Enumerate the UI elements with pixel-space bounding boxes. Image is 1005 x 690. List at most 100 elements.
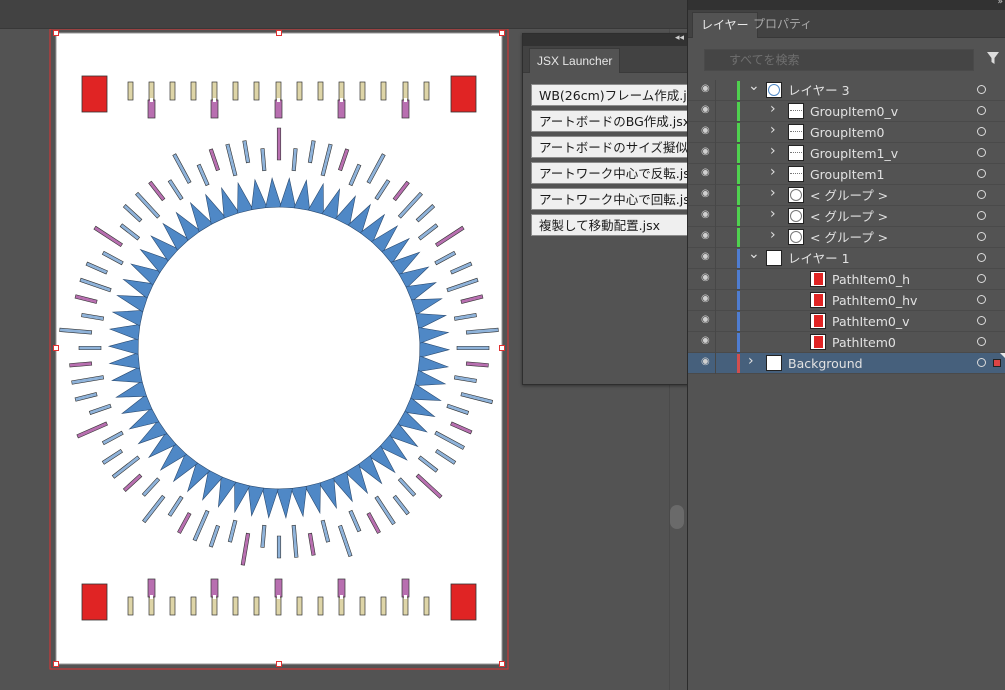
lock-column[interactable] (715, 143, 716, 164)
chevron-right-icon[interactable]: › (770, 185, 776, 201)
layer-row[interactable]: ◉ PathItem0 (688, 332, 1005, 353)
lock-column[interactable] (715, 311, 716, 332)
chevron-right-icon[interactable]: › (748, 353, 754, 369)
lock-column[interactable] (715, 248, 716, 269)
collapse-icon[interactable]: ◂◂ (675, 33, 684, 43)
lock-column[interactable] (715, 80, 716, 101)
layer-row[interactable]: ◉ › GroupItem1_v (688, 143, 1005, 164)
tick-mark (423, 81, 430, 101)
lock-column[interactable] (715, 206, 716, 227)
target-circle-icon[interactable] (977, 211, 986, 220)
target-circle-icon[interactable] (977, 358, 986, 367)
target-circle-icon[interactable] (977, 337, 986, 346)
filter-icon[interactable] (986, 51, 1000, 65)
lock-column[interactable] (715, 227, 716, 248)
tab-jsx-launcher[interactable]: JSX Launcher (529, 48, 621, 73)
target-circle-icon[interactable] (977, 232, 986, 241)
script-button[interactable]: アートワーク中心で回転.jsx (531, 188, 691, 210)
visibility-eye-icon[interactable]: ◉ (701, 251, 710, 262)
lock-column[interactable] (715, 101, 716, 122)
layer-thumbnail (788, 166, 804, 182)
panel-dock-bar[interactable]: » (688, 0, 1005, 10)
tick-mark (423, 596, 430, 616)
target-circle-icon[interactable] (977, 169, 986, 178)
layer-row[interactable]: ◉ ⌄ レイヤー 3 (688, 78, 1005, 101)
chevron-right-icon[interactable]: › (770, 164, 776, 180)
radial-dash (456, 345, 490, 351)
tick-gap (277, 98, 280, 102)
script-button[interactable]: アートボードのサイズ擬似変更.jsx (531, 136, 691, 158)
lock-column[interactable] (715, 290, 716, 311)
visibility-eye-icon[interactable]: ◉ (701, 146, 710, 157)
visibility-eye-icon[interactable]: ◉ (701, 167, 710, 178)
layer-thumbnail (810, 313, 826, 329)
layer-row[interactable]: ◉ › GroupItem1 (688, 164, 1005, 185)
panel-titlebar[interactable]: ◂◂ ✕ (523, 32, 704, 46)
scrollbar-thumb[interactable] (670, 505, 684, 529)
script-button[interactable]: WB(26cm)フレーム作成.jsx (531, 84, 691, 106)
visibility-eye-icon[interactable]: ◉ (701, 104, 710, 115)
visibility-eye-icon[interactable]: ◉ (701, 188, 710, 199)
chevron-right-icon[interactable]: › (770, 101, 776, 117)
tick-mark (253, 81, 260, 101)
layer-row[interactable]: ◉ ⌄ レイヤー 1 (688, 246, 1005, 269)
target-circle-icon[interactable] (977, 316, 986, 325)
layer-row[interactable]: ◉ › < グループ > (688, 206, 1005, 227)
layer-row[interactable]: ◉ › GroupItem0 (688, 122, 1005, 143)
layer-thumbnail (788, 229, 804, 245)
visibility-eye-icon[interactable]: ◉ (701, 230, 710, 241)
chevron-right-icon[interactable]: › (770, 206, 776, 222)
chevron-right-icon[interactable]: › (770, 143, 776, 159)
tick-mark-accent (337, 578, 346, 598)
visibility-eye-icon[interactable]: ◉ (701, 125, 710, 136)
lock-column[interactable] (715, 164, 716, 185)
tick-mark (169, 81, 176, 101)
layer-row[interactable]: ◉ › GroupItem0_v (688, 101, 1005, 122)
layer-color-bar (737, 123, 740, 142)
chevron-right-icon[interactable]: › (770, 122, 776, 138)
lock-column[interactable] (715, 122, 716, 143)
lock-column[interactable] (715, 185, 716, 206)
visibility-eye-icon[interactable]: ◉ (701, 272, 710, 283)
lock-column[interactable] (715, 269, 716, 290)
target-circle-icon[interactable] (977, 148, 986, 157)
visibility-eye-icon[interactable]: ◉ (701, 314, 710, 325)
target-circle-icon[interactable] (977, 85, 986, 94)
visibility-eye-icon[interactable]: ◉ (701, 356, 710, 367)
lock-column[interactable] (715, 353, 716, 374)
layer-row[interactable]: ◉ PathItem0_hv (688, 290, 1005, 311)
layer-color-bar (737, 144, 740, 163)
layer-name: レイヤー 1 (788, 251, 850, 266)
target-circle-icon[interactable] (977, 190, 986, 199)
chevron-down-icon[interactable]: ⌄ (748, 246, 760, 262)
layer-row[interactable]: ◉ PathItem0_v (688, 311, 1005, 332)
target-circle-icon[interactable] (977, 106, 986, 115)
tick-gap (213, 595, 216, 599)
target-circle-icon[interactable] (977, 274, 986, 283)
chevron-down-icon[interactable]: ⌄ (748, 78, 760, 94)
visibility-eye-icon[interactable]: ◉ (701, 293, 710, 304)
layer-row[interactable]: ◉ › < グループ > (688, 227, 1005, 248)
visibility-eye-icon[interactable]: ◉ (701, 83, 710, 94)
layer-color-bar (737, 249, 740, 268)
layer-row[interactable]: ◉ PathItem0_h (688, 269, 1005, 290)
selection-handle (53, 661, 59, 667)
script-button[interactable]: 複製して移動配置.jsx (531, 214, 691, 236)
layer-thumbnail (788, 208, 804, 224)
tab-properties[interactable]: プロパティ (745, 12, 820, 37)
target-circle-icon[interactable] (977, 295, 986, 304)
target-circle-icon[interactable] (977, 127, 986, 136)
script-button[interactable]: アートワーク中心で反転.jsx (531, 162, 691, 184)
lock-column[interactable] (715, 332, 716, 353)
search-input[interactable]: すべてを検索 (704, 49, 974, 71)
script-button[interactable]: アートボードのBG作成.jsx (531, 110, 691, 132)
tick-mark (317, 596, 324, 616)
visibility-eye-icon[interactable]: ◉ (701, 335, 710, 346)
target-circle-icon[interactable] (977, 253, 986, 262)
layer-row[interactable]: ◉ › Background (688, 353, 1005, 374)
chevron-right-icon[interactable]: › (770, 227, 776, 243)
selected-corner-marker (1000, 353, 1005, 359)
layer-row[interactable]: ◉ › < グループ > (688, 185, 1005, 206)
expand-icon[interactable]: » (997, 0, 1003, 7)
visibility-eye-icon[interactable]: ◉ (701, 209, 710, 220)
